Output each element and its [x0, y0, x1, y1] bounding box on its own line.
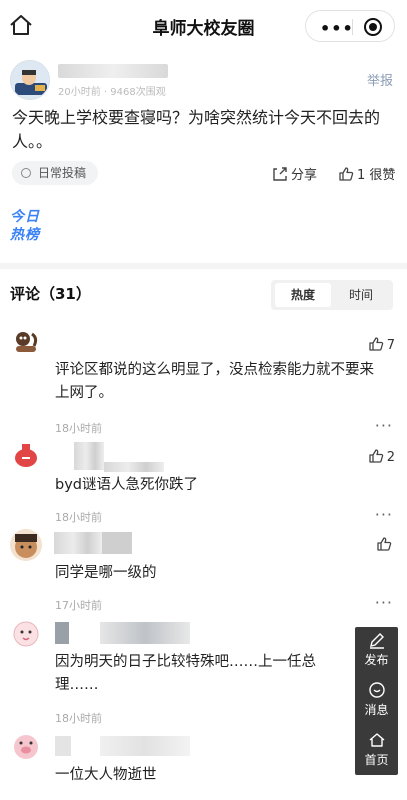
hot-list-logo[interactable]: 今日 热榜: [10, 208, 56, 244]
home-button[interactable]: 首页: [355, 731, 398, 768]
thumbs-up-icon: [377, 537, 392, 551]
close-mini-program-icon[interactable]: [364, 18, 382, 36]
comment-time: 18小时前: [55, 422, 102, 435]
tag-icon: [21, 168, 31, 178]
messages-label: 消息: [364, 703, 389, 717]
share-button[interactable]: 分享: [272, 164, 317, 183]
commenter-name-redacted: [74, 442, 104, 470]
comment-like-count: 7: [386, 338, 395, 353]
commenter-name-redacted: [54, 532, 102, 554]
section-divider: [0, 263, 407, 269]
commenter-name-redacted: [102, 532, 132, 554]
hot-logo-line-2: 热榜: [10, 227, 40, 243]
post-meta: 20小时前 · 9468次围观: [58, 87, 166, 98]
thumbs-up-icon: [339, 167, 354, 181]
commenter-avatar[interactable]: [10, 440, 42, 472]
comment-time: 17小时前: [55, 599, 102, 612]
comment-like-button[interactable]: [376, 536, 395, 553]
more-menu-button[interactable]: •••: [320, 19, 354, 38]
sort-by-hot-tab[interactable]: 热度: [275, 283, 331, 307]
comment-like-button[interactable]: 2: [368, 448, 395, 465]
tag-label: 日常投稿: [38, 166, 87, 180]
hot-logo-line-1: 今日: [10, 209, 40, 225]
author-avatar[interactable]: [10, 60, 50, 100]
commenter-name-redacted: [55, 622, 69, 644]
comment-time: 18小时前: [55, 712, 102, 725]
comment-more-button[interactable]: ···: [375, 505, 393, 524]
publish-button[interactable]: 发布: [355, 631, 398, 668]
top-nav-bar: 阜师大校友圈 •••: [0, 0, 407, 52]
comment-more-button[interactable]: ···: [375, 593, 393, 612]
commenter-name-redacted: [55, 736, 71, 756]
comment-text: byd谜语人急死你跌了: [55, 477, 198, 493]
commenter-avatar[interactable]: [10, 617, 42, 649]
floating-action-bar: 发布 消息 首页: [355, 627, 398, 775]
pencil-icon: [369, 633, 384, 649]
message-icon: [368, 682, 385, 698]
comment-text: 因为明天的日子比较特殊吧……上一任总理……: [55, 654, 316, 693]
commenter-name-redacted: [104, 462, 164, 472]
thumbs-up-icon: [369, 337, 383, 351]
comment-like-button[interactable]: 7: [368, 336, 395, 353]
commenter-avatar[interactable]: [10, 529, 42, 561]
commenter-name-redacted: [100, 622, 190, 644]
capsule-divider: [352, 19, 353, 35]
comment-time: 18小时前: [55, 511, 102, 524]
category-tag[interactable]: 日常投稿: [12, 161, 99, 185]
sort-toggle: 热度 时间: [271, 280, 393, 310]
comment-text: 同学是哪一级的: [55, 565, 157, 581]
home-icon: [369, 733, 384, 747]
share-icon: [273, 167, 287, 181]
comments-title: 评论（31）: [10, 285, 91, 303]
commenter-name-redacted: [100, 736, 190, 756]
comment-text: 一位大人物逝世: [55, 767, 157, 783]
like-label: 1 很赞: [357, 168, 396, 183]
like-button[interactable]: 1 很赞: [338, 164, 395, 183]
author-name-redacted: [58, 64, 168, 78]
share-label: 分享: [291, 168, 318, 183]
messages-button[interactable]: 消息: [355, 681, 398, 718]
sort-by-time-tab[interactable]: 时间: [333, 283, 389, 307]
commenter-avatar[interactable]: [10, 326, 42, 358]
post-content: 今天晚上学校要查寝吗？为啥突然统计今天不回去的人。。: [12, 108, 381, 151]
commenter-avatar[interactable]: [10, 730, 42, 762]
publish-label: 发布: [364, 653, 389, 667]
mini-program-capsule: •••: [305, 10, 395, 42]
home-label: 首页: [364, 753, 389, 767]
report-button[interactable]: 举报: [367, 70, 393, 89]
thumbs-up-icon: [369, 449, 383, 463]
comment-like-count: 2: [386, 450, 395, 465]
comment-text: 评论区都说的这么明显了，没点检索能力就不要来上网了。: [55, 362, 374, 401]
comment-more-button[interactable]: ···: [375, 416, 393, 435]
